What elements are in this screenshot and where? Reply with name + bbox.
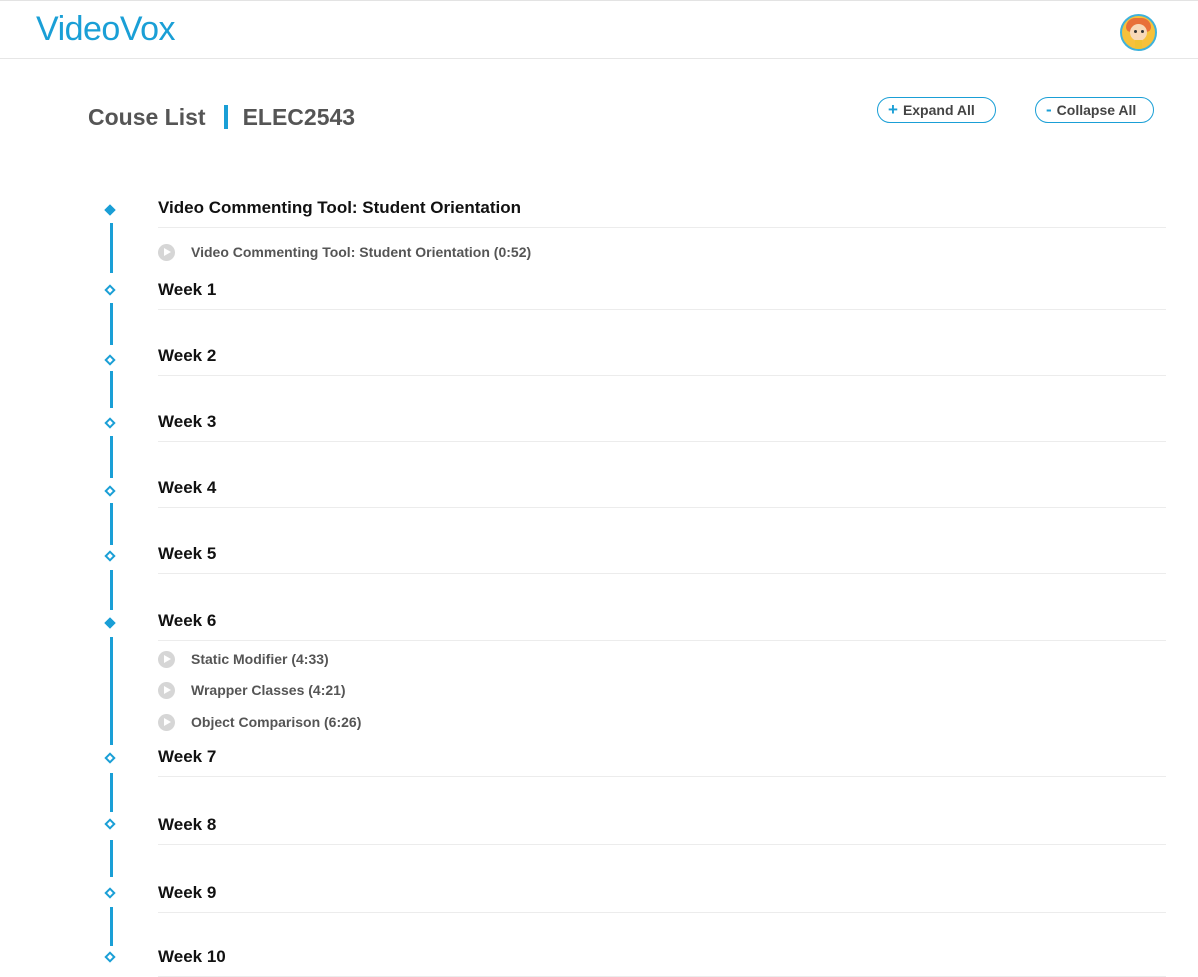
user-avatar-icon[interactable] xyxy=(1120,14,1157,51)
collapse-all-button[interactable]: - Collapse All xyxy=(1035,97,1154,123)
timeline-node-icon xyxy=(104,204,116,216)
timeline-line xyxy=(110,773,113,812)
timeline-line xyxy=(110,223,113,273)
timeline-line xyxy=(110,907,113,946)
video-title: Static Modifier (4:33) xyxy=(191,651,329,667)
timeline-node-icon xyxy=(104,887,116,899)
section-title[interactable]: Week 6 xyxy=(158,610,1166,641)
video-title: Video Commenting Tool: Student Orientati… xyxy=(191,244,532,260)
expand-all-label: Expand All xyxy=(902,102,975,118)
expand-all-button[interactable]: + Expand All xyxy=(877,97,996,123)
timeline-node-icon xyxy=(104,818,116,830)
video-title: Wrapper Classes (4:21) xyxy=(191,682,346,698)
timeline-node-icon xyxy=(104,284,116,296)
play-icon xyxy=(158,713,175,731)
timeline-node-icon xyxy=(104,485,116,497)
section-title[interactable]: Week 5 xyxy=(158,543,1166,574)
timeline-line xyxy=(110,503,113,545)
timeline-node-icon xyxy=(104,354,116,366)
timeline-node-icon xyxy=(104,752,116,764)
video-item[interactable]: Static Modifier (4:33) xyxy=(158,649,329,669)
timeline-node-icon xyxy=(104,617,116,629)
timeline-line xyxy=(110,436,113,478)
top-bar: VideoVox xyxy=(0,0,1198,59)
section-title[interactable]: Week 7 xyxy=(158,746,1166,777)
section-title[interactable]: Video Commenting Tool: Student Orientati… xyxy=(158,197,1166,228)
minus-icon: - xyxy=(1046,100,1052,119)
title-separator xyxy=(223,105,228,129)
page-title-label: Couse List xyxy=(88,104,206,130)
section-title[interactable]: Week 1 xyxy=(158,279,1166,310)
section-title[interactable]: Week 4 xyxy=(158,477,1166,508)
plus-icon: + xyxy=(888,100,898,119)
timeline-node-icon xyxy=(104,951,116,963)
video-title: Object Comparison (6:26) xyxy=(191,714,362,730)
timeline-line xyxy=(110,840,113,877)
timeline-line xyxy=(110,303,113,345)
play-icon xyxy=(158,681,175,699)
video-item[interactable]: Video Commenting Tool: Student Orientati… xyxy=(158,242,531,262)
video-item[interactable]: Object Comparison (6:26) xyxy=(158,712,361,732)
timeline-line xyxy=(110,637,113,745)
video-item[interactable]: Wrapper Classes (4:21) xyxy=(158,680,346,700)
course-code: ELEC2543 xyxy=(242,104,356,130)
play-icon xyxy=(158,650,175,668)
collapse-all-label: Collapse All xyxy=(1056,102,1137,118)
section-title[interactable]: Week 8 xyxy=(158,814,1166,845)
timeline-node-icon xyxy=(104,417,116,429)
timeline-line xyxy=(110,570,113,610)
timeline-node-icon xyxy=(104,550,116,562)
section-title[interactable]: Week 10 xyxy=(158,946,1166,977)
page-title: Couse List ELEC2543 xyxy=(88,101,355,133)
section-title[interactable]: Week 2 xyxy=(158,345,1166,376)
play-icon xyxy=(158,243,175,261)
section-title[interactable]: Week 9 xyxy=(158,882,1166,913)
timeline-line xyxy=(110,371,113,408)
section-title[interactable]: Week 3 xyxy=(158,411,1166,442)
app-logo[interactable]: VideoVox xyxy=(36,9,176,49)
